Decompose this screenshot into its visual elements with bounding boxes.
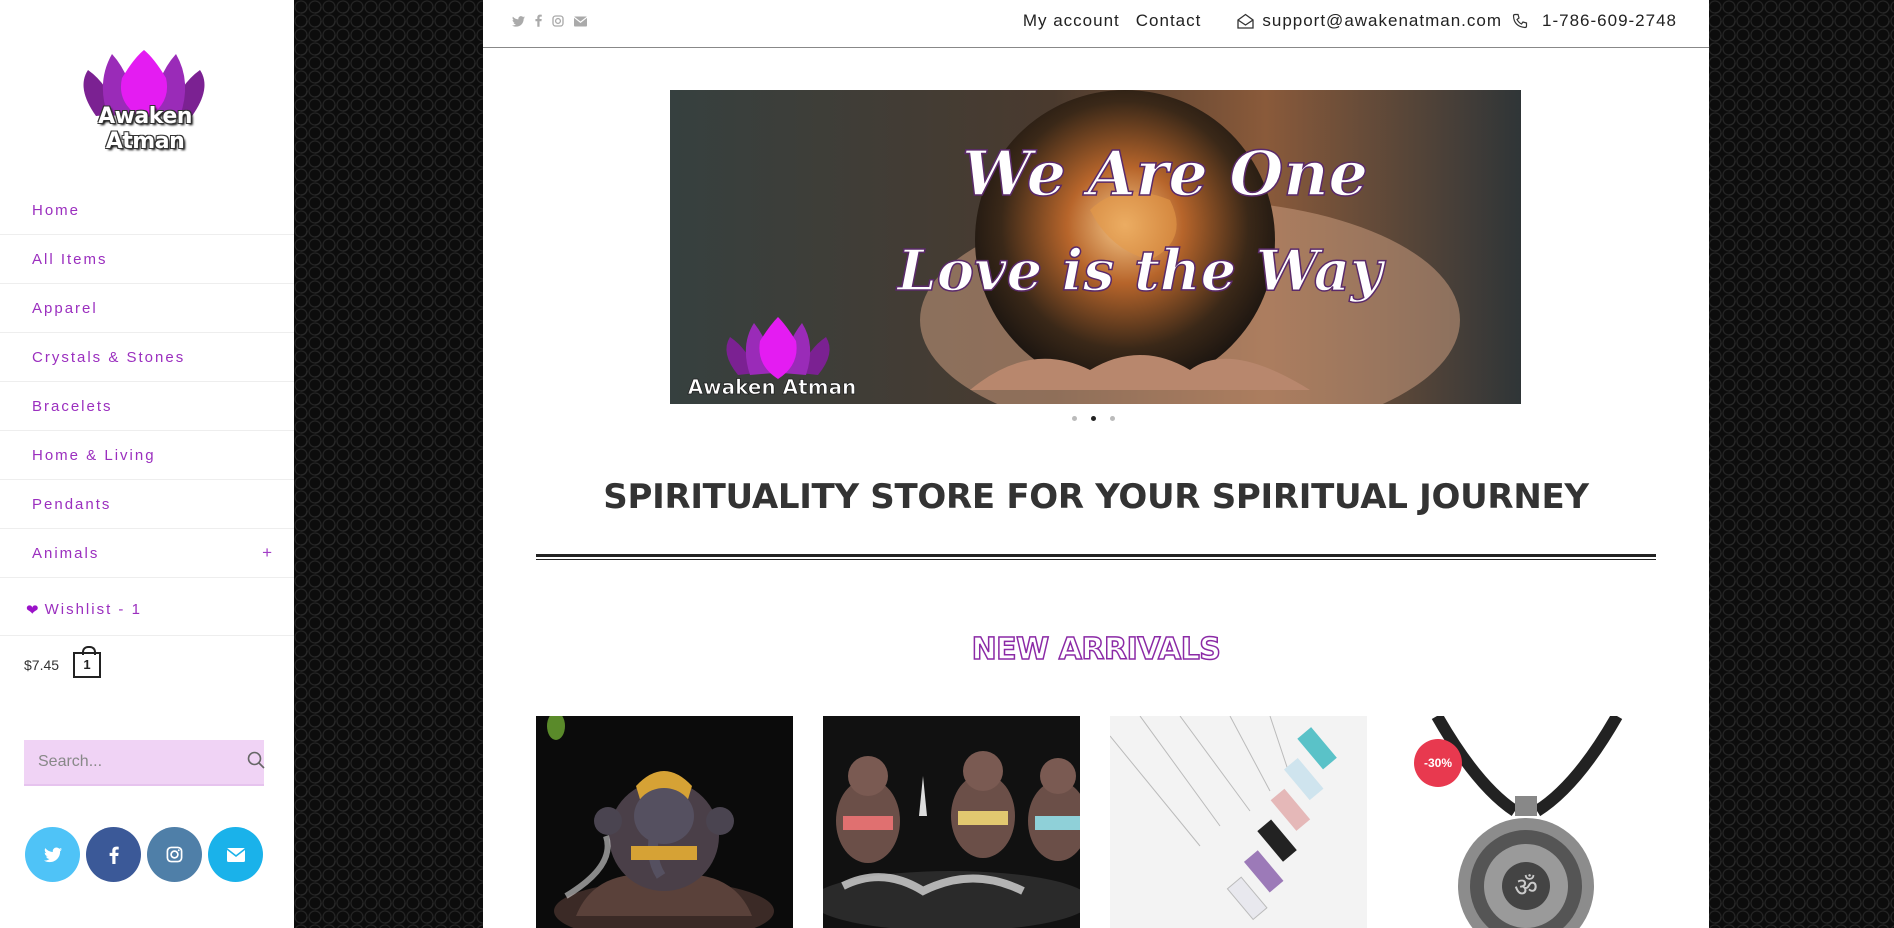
nav-label: Pendants: [32, 495, 112, 513]
nav-item-pendants[interactable]: Pendants: [0, 480, 294, 529]
nav-item-bracelets[interactable]: Bracelets: [0, 382, 294, 431]
top-social-icons: [512, 14, 588, 32]
sidebar-search: [24, 740, 265, 786]
banner-line1: We Are One: [962, 137, 1368, 210]
twitter-icon[interactable]: [512, 14, 525, 32]
nav-item-home-living[interactable]: Home & Living: [0, 431, 294, 480]
my-account-link[interactable]: My account: [1023, 11, 1120, 31]
main-content: My account Contact support@awakenatman.c…: [483, 0, 1709, 928]
facebook-icon[interactable]: [535, 14, 542, 32]
sidebar-nav: Home All Items Apparel Crystals & Stones…: [0, 186, 294, 578]
product-image-ganesha: [536, 716, 793, 928]
wishlist-label: Wishlist - 1: [44, 601, 142, 618]
product-card[interactable]: [536, 716, 793, 928]
twitter-icon[interactable]: [25, 827, 80, 882]
nav-item-crystals-stones[interactable]: Crystals & Stones: [0, 333, 294, 382]
product-image-buddha-incense: [823, 716, 1080, 928]
nav-label: Crystals & Stones: [32, 348, 186, 366]
section-title: NEW ARRIVALS: [971, 631, 1222, 668]
product-image-crystal-necklaces: [1110, 716, 1367, 928]
nav-item-animals[interactable]: Animals +: [0, 529, 294, 578]
nav-label: Bracelets: [32, 397, 113, 415]
nav-item-apparel[interactable]: Apparel: [0, 284, 294, 333]
nav-label: Animals: [32, 544, 100, 562]
slider-dot-active[interactable]: [1091, 416, 1096, 421]
nav-item-home[interactable]: Home: [0, 186, 294, 235]
social-buttons: [25, 827, 269, 882]
nav-item-all-items[interactable]: All Items: [0, 235, 294, 284]
phone-number[interactable]: 1-786-609-2748: [1542, 11, 1677, 31]
nav-label: Apparel: [32, 299, 98, 317]
top-links: My account Contact support@awakenatman.c…: [1023, 11, 1677, 31]
instagram-icon[interactable]: [552, 14, 564, 32]
top-bar: My account Contact support@awakenatman.c…: [483, 0, 1709, 48]
slider-dot[interactable]: [1110, 416, 1115, 421]
nav-label: All Items: [32, 250, 108, 268]
site-logo[interactable]: Awaken Atman: [56, 48, 232, 154]
phone-icon: [1512, 13, 1528, 29]
svg-text:ॐ: ॐ: [1514, 873, 1538, 903]
instagram-icon[interactable]: [147, 827, 202, 882]
product-card[interactable]: -30% ॐ: [1397, 716, 1654, 928]
product-card[interactable]: [1110, 716, 1367, 928]
expand-plus-icon[interactable]: +: [262, 543, 272, 563]
product-grid: -30% ॐ: [536, 716, 1654, 928]
section-divider: [536, 554, 1656, 560]
mini-cart[interactable]: $7.45 1: [24, 646, 102, 678]
banner-line2: Love is the Way: [895, 238, 1386, 304]
envelope-icon[interactable]: [208, 827, 263, 882]
sidebar: Awaken Atman Home All Items Apparel Crys…: [0, 0, 294, 928]
facebook-icon[interactable]: [86, 827, 141, 882]
slider-dot[interactable]: [1072, 416, 1077, 421]
envelope-open-icon: [1237, 13, 1255, 29]
contact-link[interactable]: Contact: [1136, 11, 1202, 31]
logo-text: Awaken Atman: [98, 104, 192, 154]
cart-count: 1: [83, 657, 91, 672]
hero-banner[interactable]: We Are One Love is the Way Awaken Atman: [670, 90, 1521, 404]
heart-icon: ❤: [26, 601, 39, 619]
sale-badge: -30%: [1414, 739, 1462, 787]
cart-total: $7.45: [24, 657, 60, 673]
search-icon[interactable]: [247, 751, 265, 774]
page-headline: SPIRITUALITY STORE FOR YOUR SPIRITUAL JO…: [603, 476, 1589, 517]
wishlist-link[interactable]: ❤ Wishlist - 1: [0, 584, 294, 636]
search-input[interactable]: [36, 752, 247, 772]
hero-banner-image: We Are One Love is the Way Awaken Atman: [670, 90, 1521, 404]
envelope-icon[interactable]: [573, 14, 588, 32]
banner-logo-text: Awaken Atman: [688, 375, 857, 399]
support-email-link[interactable]: support@awakenatman.com: [1262, 11, 1502, 31]
nav-label: Home: [32, 201, 81, 219]
nav-label: Home & Living: [32, 446, 156, 464]
product-card[interactable]: [823, 716, 1080, 928]
shopping-bag-icon[interactable]: 1: [73, 646, 102, 678]
slider-dots: [1072, 416, 1115, 421]
